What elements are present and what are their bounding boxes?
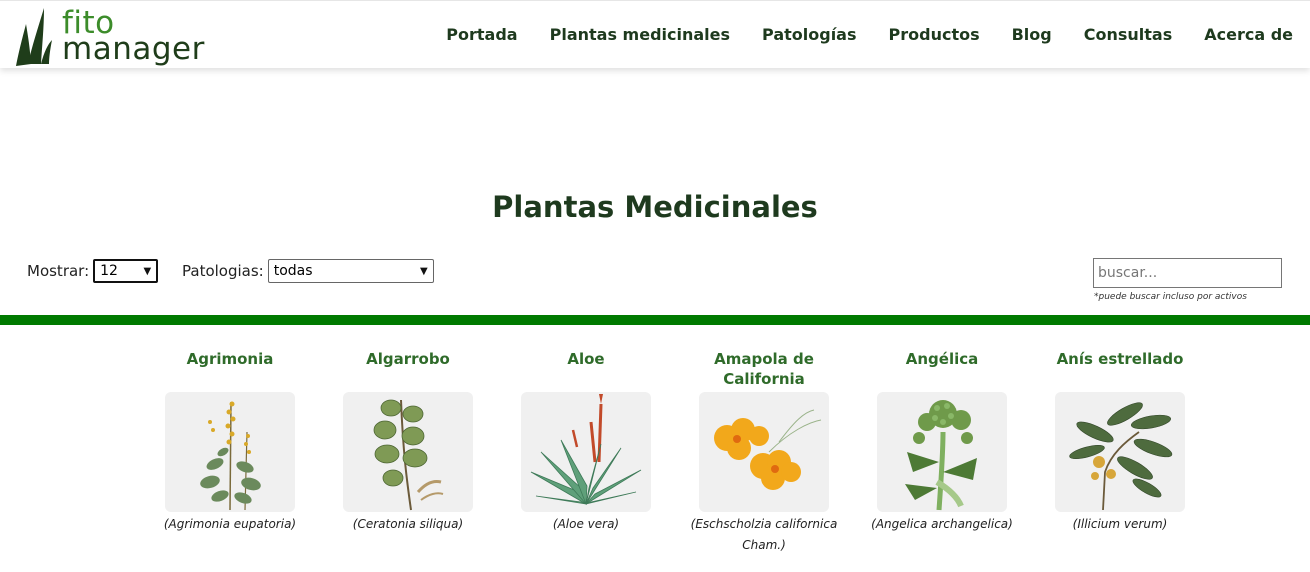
california-poppy-illustration [714, 409, 822, 490]
plant-image[interactable] [521, 392, 651, 512]
main-nav: Portada Plantas medicinales Patologías P… [446, 25, 1293, 44]
plant-card-algarrobo[interactable]: Algarrobo (Ceratonia siliqua) [328, 349, 488, 535]
plant-scientific-name: (Illicium verum) [1072, 517, 1168, 531]
logo-leaf-icon [16, 8, 52, 66]
plant-card-angelica[interactable]: Angélica (Angelica archangelica) [862, 349, 1022, 535]
site-logo[interactable]: fito manager [14, 6, 224, 68]
plant-scientific-name: (Angelica archangelica) [871, 517, 1013, 531]
carob-illustration [373, 399, 444, 511]
nav-link-portada[interactable]: Portada [446, 25, 517, 44]
plant-name[interactable]: Agrimonia [150, 349, 310, 389]
nav-link-blog[interactable]: Blog [1012, 25, 1052, 44]
plant-name[interactable]: Anís estrellado [1040, 349, 1200, 389]
plant-image[interactable] [699, 392, 829, 512]
pathology-filter: Patologias: todas ▼ [182, 259, 434, 283]
plant-name[interactable]: Angélica [862, 349, 1022, 389]
nav-link-patologias[interactable]: Patologías [762, 25, 856, 44]
plant-image[interactable] [1055, 392, 1185, 512]
plant-name[interactable]: Amapola de California [684, 349, 844, 389]
plant-image[interactable] [343, 392, 473, 512]
page-title: Plantas Medicinales [492, 190, 818, 224]
plant-scientific-name: (Ceratonia siliqua) [352, 517, 464, 531]
nav-link-consultas[interactable]: Consultas [1084, 25, 1173, 44]
nav-link-plantas-medicinales[interactable]: Plantas medicinales [550, 25, 730, 44]
show-filter: Mostrar: 12 ▼ [27, 259, 159, 283]
pathology-value: todas [273, 263, 313, 279]
aloe-illustration [530, 394, 642, 506]
angelica-illustration [905, 400, 977, 511]
plant-card-agrimonia[interactable]: Agrimonia (Agrimonia eupatoria) [150, 349, 310, 535]
plant-image[interactable] [877, 392, 1007, 512]
star-anise-illustration [1069, 402, 1173, 511]
site-header: fito manager Portada Plantas medicinales… [0, 0, 1310, 68]
show-label: Mostrar: [27, 262, 90, 280]
search-input[interactable] [1093, 258, 1282, 288]
nav-link-productos[interactable]: Productos [889, 25, 980, 44]
nav-link-acerca-de[interactable]: Acerca de [1204, 25, 1293, 44]
pathology-label: Patologias: [182, 262, 264, 280]
plant-card-aloe[interactable]: Aloe (Aloe vera) [506, 349, 666, 535]
show-count-select[interactable]: 12 ▼ [93, 259, 159, 283]
logo-text-manager: manager [62, 31, 205, 67]
plant-scientific-name: (Aloe vera) [552, 517, 620, 531]
plant-name[interactable]: Algarrobo [328, 349, 488, 389]
agrimonia-illustration [200, 401, 261, 511]
plant-scientific-name: (Agrimonia eupatoria) [163, 517, 297, 531]
pathology-select[interactable]: todas ▼ [267, 259, 434, 283]
plant-scientific-name: (Eschscholzia californica Cham.) [690, 517, 838, 552]
search-hint: *puede buscar incluso por activos [1094, 292, 1247, 302]
chevron-down-icon: ▼ [420, 265, 428, 277]
chevron-down-icon: ▼ [143, 265, 152, 277]
plant-image[interactable] [165, 392, 295, 512]
plant-card-amapola-de-california[interactable]: Amapola de California (Eschscholzia cali… [684, 349, 844, 556]
plant-card-anis-estrellado[interactable]: Anís estrellado (Illicium verum) [1040, 349, 1200, 535]
green-divider [0, 315, 1310, 325]
plant-name[interactable]: Aloe [506, 349, 666, 389]
show-count-value: 12 [100, 263, 118, 279]
